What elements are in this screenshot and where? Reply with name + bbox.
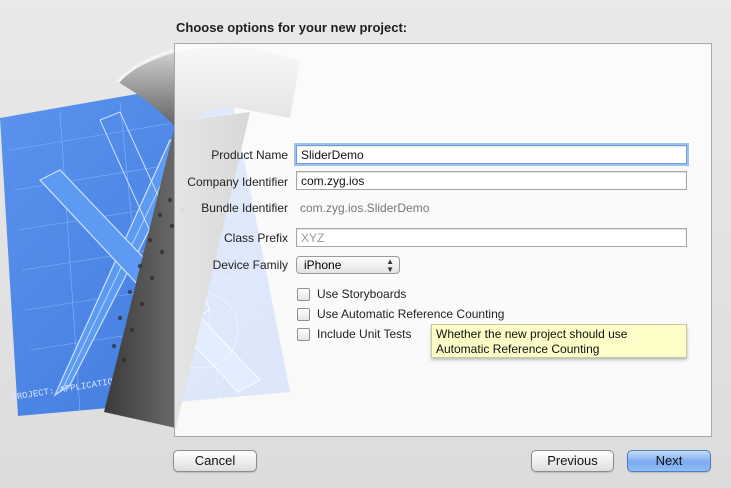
device-family-value: iPhone <box>304 258 342 272</box>
company-identifier-label: Company Identifier <box>187 175 288 189</box>
use-arc-label: Use Automatic Reference Counting <box>317 307 505 321</box>
arc-tooltip: Whether the new project should use Autom… <box>431 324 687 358</box>
checkbox-box[interactable] <box>297 307 310 321</box>
updown-arrows-icon: ▲ ▼ <box>386 257 394 274</box>
page-title: Choose options for your new project: <box>176 20 408 35</box>
next-button[interactable]: Next <box>627 450 711 472</box>
include-unit-tests-checkbox[interactable]: Include Unit Tests <box>297 327 412 341</box>
bundle-identifier-label: Bundle Identifier <box>201 201 288 215</box>
device-family-label: Device Family <box>212 258 288 272</box>
use-arc-checkbox[interactable]: Use Automatic Reference Counting <box>297 307 504 321</box>
bundle-identifier-value: com.zyg.ios.SliderDemo <box>300 201 430 215</box>
class-prefix-label: Class Prefix <box>223 231 288 245</box>
include-unit-tests-label: Include Unit Tests <box>317 327 412 341</box>
company-identifier-field[interactable] <box>296 171 687 190</box>
cancel-button[interactable]: Cancel <box>173 450 257 472</box>
class-prefix-field[interactable] <box>296 228 687 247</box>
checkbox-box[interactable] <box>297 287 310 301</box>
product-name-label: Product Name <box>211 148 288 162</box>
use-storyboards-label: Use Storyboards <box>317 287 407 301</box>
previous-button[interactable]: Previous <box>531 450 614 472</box>
device-family-popup[interactable]: iPhone ▲ ▼ <box>296 256 400 274</box>
checkbox-box[interactable] <box>297 327 310 341</box>
use-storyboards-checkbox[interactable]: Use Storyboards <box>297 287 406 301</box>
product-name-field[interactable] <box>296 145 687 164</box>
